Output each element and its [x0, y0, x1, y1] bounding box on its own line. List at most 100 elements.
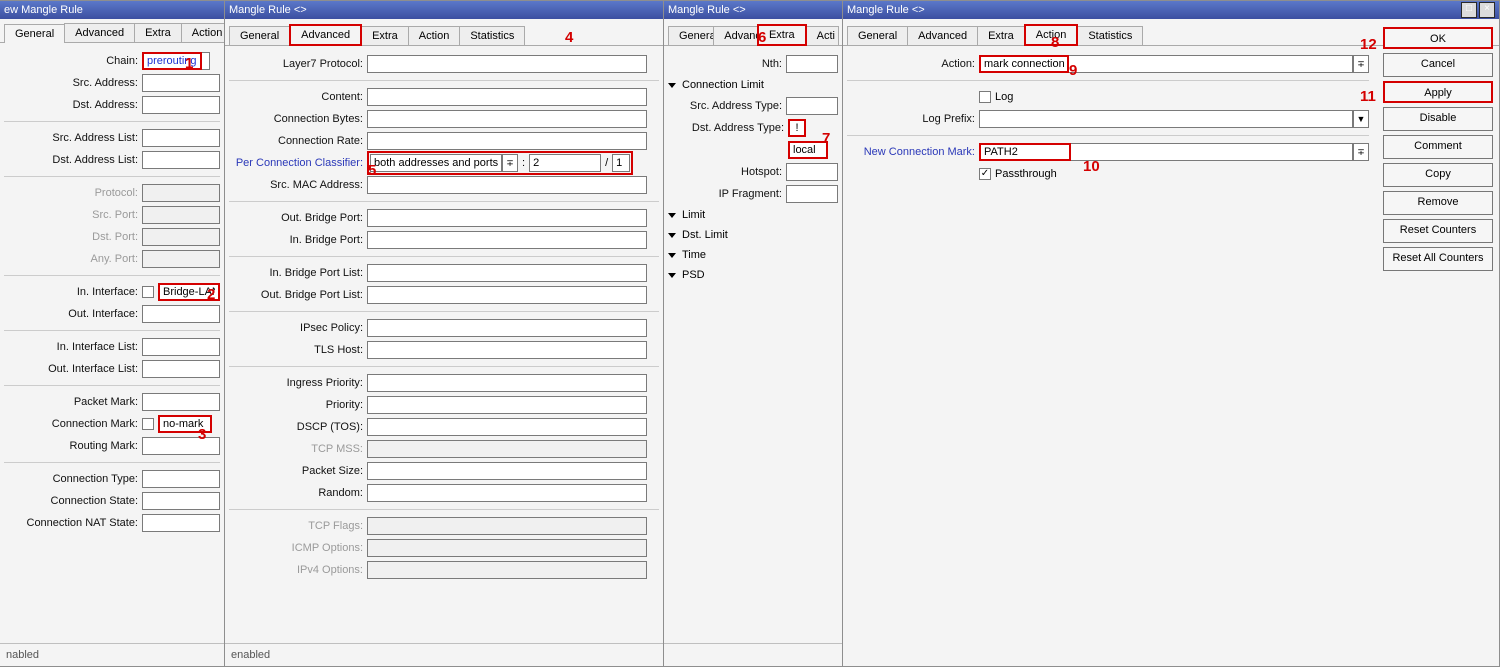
cancel-button[interactable]: Cancel: [1383, 53, 1493, 77]
connstate-input[interactable]: [142, 492, 220, 510]
footer-c: [664, 643, 842, 666]
ncm-spacer[interactable]: [1071, 143, 1353, 161]
srcmac-input[interactable]: [367, 176, 647, 194]
mss-label: TCP MSS:: [229, 443, 367, 455]
tab-statistics[interactable]: Statistics: [459, 26, 525, 45]
outifacelist-input[interactable]: [142, 360, 220, 378]
caret-down-icon: [668, 233, 676, 238]
dstport-label: Dst. Port:: [4, 231, 142, 243]
ipfrag-input[interactable]: [786, 185, 838, 203]
action-dd[interactable]: ∓: [1353, 55, 1369, 73]
tab-advanced[interactable]: Advanced: [907, 26, 978, 45]
ibpl-input[interactable]: [367, 264, 647, 282]
tab-action[interactable]: Acti: [806, 26, 839, 45]
outiface-input[interactable]: [142, 305, 220, 323]
logprefix-input[interactable]: [979, 110, 1353, 128]
tab-general[interactable]: General: [847, 26, 908, 45]
section-psd[interactable]: PSD: [668, 266, 838, 284]
iniface-not[interactable]: [142, 286, 154, 298]
ipv4-input: [367, 561, 647, 579]
titlebar: Mangle Rule <> □×: [843, 1, 1499, 19]
conntype-input[interactable]: [142, 470, 220, 488]
tcpflags-label: TCP Flags:: [229, 520, 367, 532]
srcaddrlist-input[interactable]: [142, 129, 220, 147]
connmark-not[interactable]: [142, 418, 154, 430]
section-dstlimit[interactable]: Dst. Limit: [668, 226, 838, 244]
tab-action[interactable]: Action: [408, 26, 461, 45]
obp-input[interactable]: [367, 209, 647, 227]
tab-advanced[interactable]: Advanced: [64, 23, 135, 42]
tab-advanced[interactable]: Advanced: [289, 24, 362, 46]
tls-input[interactable]: [367, 341, 647, 359]
highlight-num-1: 1: [185, 55, 193, 72]
comment-button[interactable]: Comment: [1383, 135, 1493, 159]
pktmark-input[interactable]: [142, 393, 220, 411]
pcc-colon: :: [518, 157, 529, 169]
pcc-a[interactable]: [529, 154, 601, 172]
ipsec-input[interactable]: [367, 319, 647, 337]
ncm-dd[interactable]: ∓: [1353, 143, 1369, 161]
srcaddrtype-input[interactable]: [786, 97, 838, 115]
content-input[interactable]: [367, 88, 647, 106]
log-checkbox[interactable]: [979, 91, 991, 103]
highlight-num-3: 3: [198, 426, 206, 443]
caret-down-icon: [668, 273, 676, 278]
logprefix-dd[interactable]: ▼: [1353, 110, 1369, 128]
pcc-mode[interactable]: [370, 154, 502, 172]
connbytes-input[interactable]: [367, 110, 647, 128]
connnat-input[interactable]: [142, 514, 220, 532]
tab-statistics[interactable]: Statistics: [1077, 26, 1143, 45]
pcc-b[interactable]: [612, 154, 630, 172]
tab-general[interactable]: General: [668, 26, 714, 45]
action-input[interactable]: [979, 55, 1069, 73]
dstaddr-input[interactable]: [142, 96, 220, 114]
tab-extra[interactable]: Extra: [361, 26, 409, 45]
titlebar: Mangle Rule <>: [225, 1, 663, 19]
tab-extra[interactable]: Extra: [977, 26, 1025, 45]
dstaddrtype-not[interactable]: [788, 119, 806, 137]
action-spacer[interactable]: [1069, 55, 1353, 73]
proto-input[interactable]: [142, 184, 220, 202]
tab-general[interactable]: General: [229, 26, 290, 45]
pcc-mode-dd[interactable]: ∓: [502, 154, 518, 172]
dscp-input[interactable]: [367, 418, 647, 436]
ok-button[interactable]: OK: [1383, 27, 1493, 49]
tab-advanced[interactable]: Advanc: [713, 26, 758, 45]
disable-button[interactable]: Disable: [1383, 107, 1493, 131]
pktsize-input[interactable]: [367, 462, 647, 480]
passthrough-checkbox[interactable]: ✓: [979, 168, 991, 180]
priority-input[interactable]: [367, 396, 647, 414]
tab-extra[interactable]: Extra: [134, 23, 182, 42]
srcaddr-input[interactable]: [142, 74, 220, 92]
hotspot-input[interactable]: [786, 163, 838, 181]
close-icon[interactable]: ×: [1479, 2, 1495, 18]
section-time[interactable]: Time: [668, 246, 838, 264]
tab-general[interactable]: General: [4, 24, 65, 43]
obpl-input[interactable]: [367, 286, 647, 304]
dstaddrlist-input[interactable]: [142, 151, 220, 169]
maximize-icon[interactable]: □: [1461, 2, 1477, 18]
action-label: Action:: [847, 58, 979, 70]
random-input[interactable]: [367, 484, 647, 502]
routemark-input[interactable]: [142, 437, 220, 455]
random-label: Random:: [229, 487, 367, 499]
connrate-input[interactable]: [367, 132, 647, 150]
l7-input[interactable]: [367, 55, 647, 73]
ncm-label: New Connection Mark:: [847, 146, 979, 158]
remove-button[interactable]: Remove: [1383, 191, 1493, 215]
ncm-input[interactable]: [979, 143, 1071, 161]
inifacelist-input[interactable]: [142, 338, 220, 356]
separator: [4, 121, 220, 122]
panel-advanced: Mangle Rule <> General Advanced Extra Ac…: [224, 0, 664, 667]
hotspot-label: Hotspot:: [668, 166, 786, 178]
ingress-input[interactable]: [367, 374, 647, 392]
reset-counters-button[interactable]: Reset Counters: [1383, 219, 1493, 243]
copy-button[interactable]: Copy: [1383, 163, 1493, 187]
section-limit[interactable]: Limit: [668, 206, 838, 224]
chain-extra[interactable]: [202, 52, 210, 70]
section-connlimit[interactable]: Connection Limit: [668, 76, 838, 94]
ibp-input[interactable]: [367, 231, 647, 249]
apply-button[interactable]: Apply: [1383, 81, 1493, 103]
reset-all-counters-button[interactable]: Reset All Counters: [1383, 247, 1493, 271]
nth-input[interactable]: [786, 55, 838, 73]
